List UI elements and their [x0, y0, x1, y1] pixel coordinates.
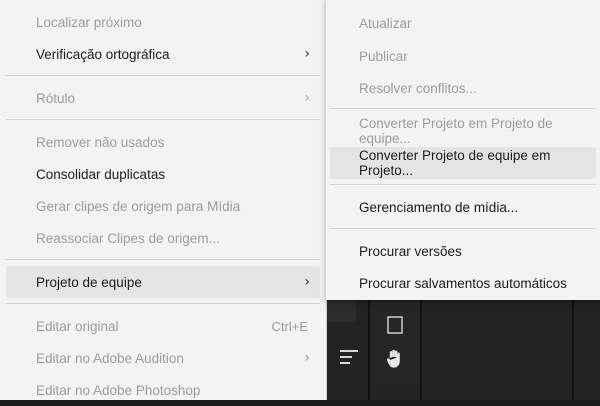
menu-item-label: Editar original	[36, 318, 119, 334]
context-menu: Localizar próximo Verificação ortográfic…	[0, 0, 326, 400]
hand-tool-icon[interactable]	[384, 348, 406, 370]
team-project-submenu: Atualizar Publicar Resolver conflitos...…	[326, 0, 600, 300]
menu-item-edit-original[interactable]: Editar original Ctrl+E	[6, 310, 320, 342]
chevron-right-icon: ›	[304, 46, 310, 62]
panel-divider	[368, 300, 370, 400]
hamburger-menu-icon[interactable]	[340, 350, 358, 366]
menu-item-label: Editar no Adobe Audition	[36, 350, 184, 366]
menu-item-label: Converter Projeto de equipe em Projeto..…	[359, 148, 551, 178]
menu-item-label: Projeto de equipe	[36, 274, 142, 290]
menu-item-label: Publicar	[359, 48, 408, 64]
menu-separator	[330, 228, 596, 229]
shortcut-label: Ctrl+E	[271, 318, 308, 334]
menu-item-spell-check[interactable]: Verificação ortográfica ›	[6, 38, 320, 70]
menu-item-generate-source-clips[interactable]: Gerar clipes de origem para Mídia	[6, 190, 320, 222]
menu-item-label: Remover não usados	[36, 134, 165, 150]
menu-item-consolidate-duplicates[interactable]: Consolidar duplicatas	[6, 158, 320, 190]
menu-item-label: Procurar salvamentos automáticos	[359, 275, 567, 291]
panel-divider	[420, 300, 422, 400]
menu-item-label: Converter Projeto em Projeto de equipe..…	[359, 116, 553, 146]
menu-item-team-project[interactable]: Projeto de equipe ›	[6, 266, 320, 298]
menu-item-label: Gerenciamento de mídia...	[359, 199, 519, 215]
menu-separator	[6, 75, 320, 76]
menu-separator	[6, 119, 320, 120]
submenu-item-publish[interactable]: Publicar	[330, 40, 596, 72]
tool-strip	[372, 300, 418, 384]
menu-separator	[6, 259, 320, 260]
submenu-item-resolve-conflicts[interactable]: Resolver conflitos...	[330, 72, 596, 104]
menu-item-label: Rótulo	[36, 90, 76, 106]
menu-separator	[330, 184, 596, 185]
menu-item-label: Consolidar duplicatas	[36, 166, 166, 182]
menu-separator	[6, 303, 320, 304]
submenu-item-refresh[interactable]: Atualizar	[330, 7, 596, 39]
menu-item-remove-unused[interactable]: Remover não usados	[6, 126, 320, 158]
panel-divider	[572, 300, 574, 400]
menu-item-label: Resolver conflitos...	[359, 80, 477, 96]
menu-item-reassociate-source-clips[interactable]: Reassociar Clipes de origem...	[6, 222, 320, 254]
chevron-right-icon: ›	[304, 350, 310, 366]
menu-item-label-submenu[interactable]: Rótulo ›	[6, 82, 320, 114]
menu-item-label: Localizar próximo	[36, 14, 142, 30]
menu-item-label: Atualizar	[359, 15, 412, 31]
menu-item-label: Procurar versões	[359, 243, 462, 259]
menu-item-label: Gerar clipes de origem para Mídia	[36, 198, 241, 214]
stop-square-icon[interactable]	[384, 314, 406, 336]
submenu-item-convert-to-team-project[interactable]: Converter Projeto em Projeto de equipe..…	[330, 115, 596, 147]
chevron-right-icon: ›	[304, 274, 310, 290]
submenu-item-browse-autosaves[interactable]: Procurar salvamentos automáticos	[330, 267, 596, 299]
menu-item-label: Reassociar Clipes de origem...	[36, 230, 220, 246]
menu-item-find-next[interactable]: Localizar próximo	[6, 6, 320, 38]
chevron-right-icon: ›	[304, 90, 310, 106]
menu-item-label: Verificação ortográfica	[36, 46, 170, 62]
submenu-item-convert-team-project-to-project[interactable]: Converter Projeto de equipe em Projeto..…	[330, 147, 596, 179]
menu-item-edit-in-photoshop[interactable]: Editar no Adobe Photoshop	[6, 374, 320, 406]
menu-separator	[330, 108, 596, 109]
panel-header-block	[326, 300, 356, 322]
menu-item-label: Editar no Adobe Photoshop	[36, 382, 201, 398]
submenu-item-browse-versions[interactable]: Procurar versões	[330, 235, 596, 267]
submenu-item-media-management[interactable]: Gerenciamento de mídia...	[330, 191, 596, 223]
menu-item-edit-in-audition[interactable]: Editar no Adobe Audition ›	[6, 342, 320, 374]
